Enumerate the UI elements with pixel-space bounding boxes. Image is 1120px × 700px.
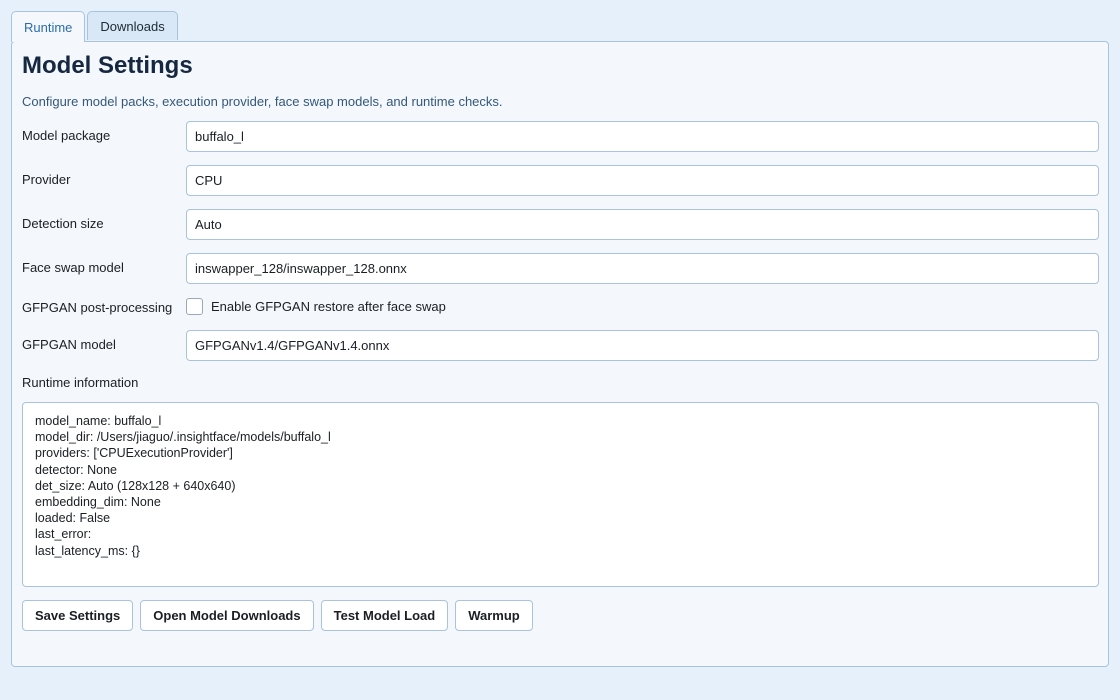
runtime-info-line: last_latency_ms: {} xyxy=(35,543,140,558)
tab-runtime[interactable]: Runtime xyxy=(11,11,86,42)
face-swap-model-field[interactable] xyxy=(186,253,1099,284)
runtime-info-line: providers: ['CPUExecutionProvider'] xyxy=(35,446,233,461)
detection-size-label: Detection size xyxy=(22,216,104,231)
gfpgan-enable-option[interactable]: Enable GFPGAN restore after face swap xyxy=(186,298,446,315)
gfpgan-model-label: GFPGAN model xyxy=(22,337,116,352)
runtime-information-box[interactable]: model_name: buffalo_l model_dir: /Users/… xyxy=(22,402,1099,587)
runtime-info-line: embedding_dim: None xyxy=(35,495,161,510)
face-swap-model-label: Face swap model xyxy=(22,260,124,275)
runtime-info-line: model_dir: /Users/jiaguo/.insightface/mo… xyxy=(35,430,331,445)
runtime-info-line: det_size: Auto (128x128 + 640x640) xyxy=(35,478,236,493)
settings-panel: Model Settings Configure model packs, ex… xyxy=(11,41,1109,667)
gfpgan-enable-checkbox[interactable] xyxy=(186,298,203,315)
provider-label: Provider xyxy=(22,172,71,187)
runtime-info-line: model_name: buffalo_l xyxy=(35,414,162,428)
tab-downloads[interactable]: Downloads xyxy=(87,11,178,40)
tab-bar: Runtime Downloads xyxy=(11,11,178,42)
runtime-info-line: last_error: xyxy=(35,527,92,542)
open-model-downloads-button[interactable]: Open Model Downloads xyxy=(140,600,314,631)
action-buttons: Save Settings Open Model Downloads Test … xyxy=(22,600,533,631)
page-subtitle: Configure model packs, execution provide… xyxy=(22,94,503,109)
gfpgan-enable-checkbox-label: Enable GFPGAN restore after face swap xyxy=(211,299,446,314)
model-package-field[interactable] xyxy=(186,121,1099,152)
provider-field[interactable] xyxy=(186,165,1099,196)
gfpgan-post-processing-label: GFPGAN post-processing xyxy=(22,300,173,315)
runtime-information-label: Runtime information xyxy=(22,375,139,390)
page-title: Model Settings xyxy=(22,52,193,79)
gfpgan-model-field[interactable] xyxy=(186,330,1099,361)
runtime-info-line: loaded: False xyxy=(35,511,111,526)
runtime-info-line: detector: None xyxy=(35,462,117,477)
model-package-label: Model package xyxy=(22,128,111,143)
warmup-button[interactable]: Warmup xyxy=(455,600,533,631)
test-model-load-button[interactable]: Test Model Load xyxy=(320,600,449,631)
save-settings-button[interactable]: Save Settings xyxy=(22,600,134,631)
detection-size-field[interactable] xyxy=(186,209,1099,240)
